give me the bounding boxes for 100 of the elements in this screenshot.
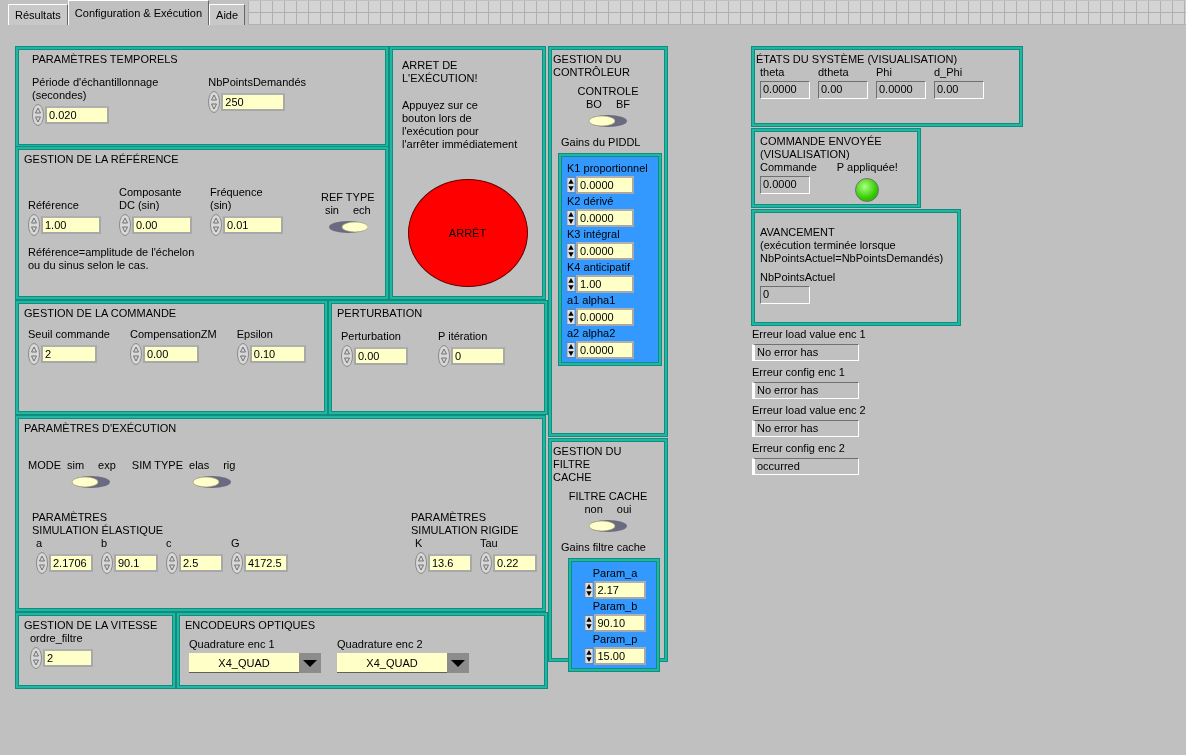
numeric-field[interactable]: 90.10 <box>593 614 646 632</box>
spinner-arrows-icon[interactable] <box>567 176 575 194</box>
numeric-field[interactable]: 1.00 <box>576 275 634 293</box>
indicator-display: 0.00 <box>818 81 868 99</box>
field-label: dtheta <box>818 66 849 79</box>
toggle-label: FILTRE CACHE <box>568 490 648 503</box>
field-label: G <box>231 537 240 550</box>
numeric-field[interactable]: 1.00 <box>41 216 101 234</box>
panel-title: GESTION DU FILTRE CACHE <box>553 445 623 484</box>
toggle-switch[interactable] <box>588 114 628 128</box>
toggle-option-label: sin <box>324 204 339 216</box>
numeric-field[interactable]: 2 <box>41 345 97 363</box>
field-label: Param_a <box>592 567 638 580</box>
field-label: a <box>36 537 43 550</box>
led-label: P appliquée! <box>836 161 898 174</box>
toggle-label: MODE <box>28 459 61 472</box>
panel-title: GESTION DE LA VITESSE <box>24 619 158 632</box>
field-label: K3 intégral <box>567 228 620 241</box>
field-label: NbPointsActuel <box>760 271 836 284</box>
spinner-arrows-icon[interactable] <box>584 614 593 632</box>
field-label: Param_b <box>592 600 638 613</box>
numeric-field[interactable]: 2.17 <box>593 581 646 599</box>
numeric-field[interactable]: 0.00 <box>132 216 192 234</box>
indicator-display: 0.0000 <box>760 176 810 194</box>
numeric-field[interactable]: 0.10 <box>249 345 306 363</box>
numeric-field[interactable]: 0.22 <box>493 554 537 572</box>
gains-label: Gains du PIDDL <box>561 136 641 148</box>
field-label: a2 alpha2 <box>567 327 616 340</box>
numeric-field[interactable]: 0.0000 <box>576 209 634 227</box>
numeric-field[interactable]: 2 <box>43 649 93 667</box>
indicator-display: 0.00 <box>934 81 984 99</box>
field-label: Erreur load value enc 1 <box>752 328 866 341</box>
toggle-switch[interactable] <box>192 475 233 489</box>
toggle-option-label: oui <box>616 503 632 515</box>
numeric-field[interactable]: 250 <box>221 93 286 111</box>
field-label: K2 dérivé <box>567 195 614 208</box>
spinner-arrows-icon[interactable] <box>567 275 575 293</box>
toggle-label: CONTROLE <box>577 85 639 98</box>
panel-title: PARAMÈTRES D'EXÉCUTION <box>24 422 177 435</box>
spinner-arrows-icon[interactable] <box>584 647 593 665</box>
field-label: Param_p <box>592 633 638 646</box>
field-label: Epsilon <box>236 328 273 341</box>
field-label: Erreur config enc 1 <box>752 366 845 379</box>
field-label: P itération <box>438 330 488 343</box>
numeric-field[interactable]: 90.1 <box>114 554 158 572</box>
numeric-field[interactable]: 13.6 <box>428 554 472 572</box>
numeric-field[interactable]: 0.020 <box>45 106 109 124</box>
panel-title: GESTION DE LA COMMANDE <box>24 307 177 320</box>
stop-button[interactable]: ARRÊT <box>407 179 528 287</box>
numeric-field[interactable]: 0.0000 <box>576 341 634 359</box>
field-label: a1 alpha1 <box>567 294 616 307</box>
numeric-field[interactable]: 2.1706 <box>49 554 93 572</box>
field-label: Tau <box>480 537 498 550</box>
spinner-arrows-icon[interactable] <box>584 581 593 599</box>
spinner-arrows-icon[interactable] <box>567 341 575 359</box>
numeric-field[interactable]: 0.0000 <box>576 242 634 260</box>
panel-title: ARRET DE L'EXÉCUTION! <box>402 59 478 85</box>
error-display: occurred <box>752 458 859 475</box>
toggle-option-label: exp <box>98 459 116 471</box>
toggle-switch[interactable] <box>588 519 628 533</box>
numeric-field[interactable]: 2.5 <box>179 554 223 572</box>
field-label: K1 proportionnel <box>567 162 648 175</box>
field-label: c <box>166 537 172 550</box>
numeric-field[interactable]: 4172.5 <box>244 554 288 572</box>
gains-label: Gains filtre cache <box>561 541 646 553</box>
tab[interactable]: Configuration & Exécution <box>67 0 210 25</box>
dropdown[interactable]: X4_QUAD <box>337 653 469 673</box>
numeric-field[interactable]: 0.0000 <box>576 308 634 326</box>
numeric-field[interactable]: 0.00 <box>354 347 408 365</box>
field-label: Période d'échantillonnage (secondes) <box>32 76 159 102</box>
spinner-arrows-icon[interactable] <box>567 242 575 260</box>
toggle-option-label: rig <box>223 459 236 471</box>
tab[interactable]: Résultats <box>8 4 68 25</box>
numeric-field[interactable]: 15.00 <box>593 647 646 665</box>
numeric-field[interactable]: 0.00 <box>142 345 199 363</box>
toggle-switch[interactable] <box>327 220 368 234</box>
error-display: No error has <box>752 344 859 361</box>
field-label: Erreur config enc 2 <box>752 442 845 455</box>
toggle-option-label: ech <box>352 204 371 216</box>
panel-title: PERTURBATION <box>337 307 423 320</box>
numeric-field[interactable]: 0 <box>451 347 505 365</box>
group-title: PARAMÈTRES SIMULATION RIGIDE <box>411 511 519 536</box>
toggle-switch[interactable] <box>71 475 112 489</box>
indicator-display: 0 <box>760 286 810 304</box>
spinner-arrows-icon[interactable] <box>567 209 575 227</box>
panel-title: GESTION DE LA RÉFÉRENCE <box>24 153 179 166</box>
toggle-option-label: sim <box>67 459 85 471</box>
field-label: Quadrature enc 1 <box>189 638 275 651</box>
error-display: No error has <box>752 420 859 437</box>
field-label: Commande <box>760 161 817 174</box>
toggle-label: REF TYPE <box>321 191 375 204</box>
indicator-display: 0.0000 <box>760 81 810 99</box>
spinner-arrows-icon[interactable] <box>567 308 575 326</box>
numeric-field[interactable]: 0.01 <box>223 216 283 234</box>
dropdown[interactable]: X4_QUAD <box>189 653 321 673</box>
numeric-field[interactable]: 0.0000 <box>576 176 634 194</box>
instruction-text: Appuyez sur ce bouton lors de l'exécution pour l'arrêter immédiatement <box>402 99 518 151</box>
field-label: K <box>415 537 423 550</box>
toggle-option-label: BF <box>615 98 630 110</box>
tab[interactable]: Aide <box>209 4 246 25</box>
